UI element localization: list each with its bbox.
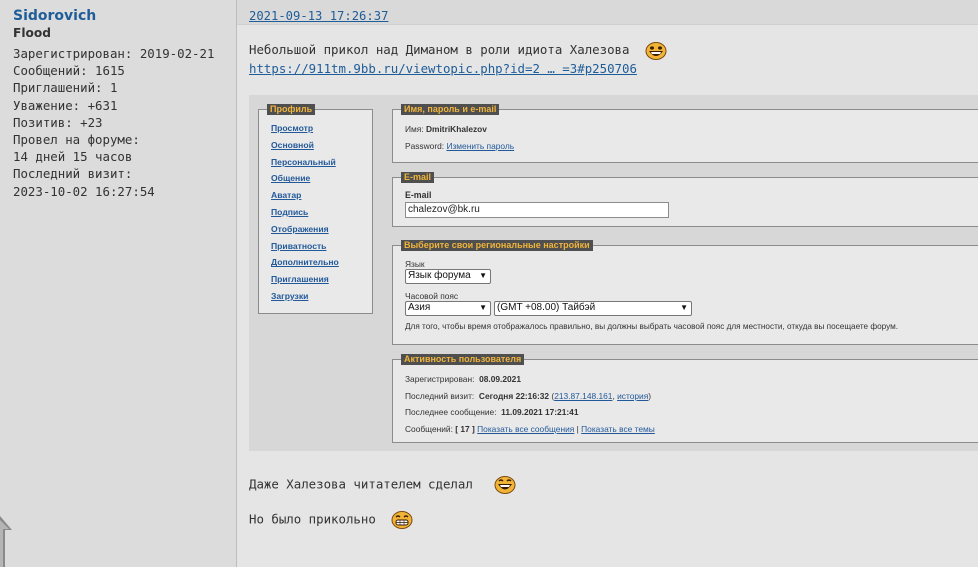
- embedded-screenshot: Профиль Просмотр Основной Персональный О…: [249, 95, 978, 451]
- show-topics-link[interactable]: Показать все темы: [581, 424, 655, 434]
- author-stat: 14 дней 15 часов: [13, 149, 133, 165]
- post-container: 2021-09-13 17:26:37 Небольшой прикол над…: [237, 0, 978, 567]
- password-row: Password: Изменить пароль: [405, 141, 514, 151]
- registered-value: 08.09.2021: [479, 374, 521, 384]
- author-name[interactable]: Sidorovich: [13, 7, 236, 25]
- timezone-select[interactable]: (GMT +08.00) Тайбэй ▼: [494, 301, 692, 316]
- laughing-smiley-icon: [494, 476, 516, 494]
- activity-legend: Активность пользователя: [401, 354, 525, 365]
- last-visit-label: Последний визит:: [405, 391, 475, 401]
- menu-item-uploads[interactable]: Загрузки: [271, 288, 372, 305]
- timezone-label: Часовой пояс: [405, 291, 459, 301]
- chevron-down-icon: ▼: [680, 303, 688, 312]
- author-stat: Зарегистрирован: 2019-02-21: [13, 46, 215, 61]
- posts-row: Сообщений: [ 17 ] Показать все сообщения…: [405, 424, 655, 434]
- timezone-region-value: Азия: [408, 302, 431, 313]
- menu-item-signature[interactable]: Подпись: [271, 204, 372, 221]
- chevron-down-icon: ▼: [479, 271, 487, 280]
- author-stat: Приглашений: 1: [13, 80, 118, 96]
- post-text-line: Небольшой прикол над Диманом в роли идио…: [249, 42, 630, 57]
- post-text-line: Даже Халезова читателем сделал: [249, 476, 473, 492]
- email-input[interactable]: chalezov@bk.ru: [405, 202, 669, 218]
- timezone-region-select[interactable]: Азия ▼: [405, 301, 491, 316]
- email-section: E-mail E-mail chalezov@bk.ru: [392, 172, 978, 227]
- post-date-link[interactable]: 2021-09-13 17:26:37: [249, 9, 388, 23]
- posts-label: Сообщений:: [405, 424, 453, 434]
- author-stat: Провел на форуме:: [13, 132, 140, 148]
- posts-count: [ 17 ]: [455, 424, 475, 434]
- menu-item-additional[interactable]: Дополнительно: [271, 254, 372, 271]
- change-password-link[interactable]: Изменить пароль: [446, 141, 514, 151]
- timezone-hint: Для того, чтобы время отображалось прави…: [405, 322, 899, 331]
- post-link[interactable]: https://911tm.9bb.ru/viewtopic.php?id=2 …: [249, 61, 637, 76]
- language-select[interactable]: Язык форума ▼: [405, 269, 491, 284]
- menu-item-personal[interactable]: Персональный: [271, 154, 372, 171]
- post-header: 2021-09-13 17:26:37: [237, 0, 978, 25]
- name-value: DmitriKhalezov: [425, 124, 487, 134]
- post-text: Даже Халезова читателем сделал: [249, 476, 516, 494]
- last-post-row: Последнее сообщение: 11.09.2021 17:21:41: [405, 407, 578, 417]
- show-posts-link[interactable]: Показать все сообщения: [477, 424, 574, 434]
- laughing-smiley-icon: [645, 41, 667, 60]
- name-row: Имя: DmitriKhalezov: [405, 124, 487, 134]
- last-visit-ip-link[interactable]: 213.87.148.161: [554, 391, 612, 401]
- author-stat: 2023-10-02 16:27:54: [13, 183, 155, 199]
- author-stat: Позитив: +23: [13, 114, 103, 130]
- password-label: Password:: [405, 141, 445, 151]
- chevron-down-icon: ▼: [479, 303, 487, 312]
- post-text: Небольшой прикол над Диманом в роли идио…: [249, 41, 667, 60]
- menu-item-display[interactable]: Отображения: [271, 221, 372, 238]
- last-visit-row: Последний визит: Сегодня 22:16:32 (213.8…: [405, 391, 652, 401]
- menu-item-invites[interactable]: Приглашения: [271, 271, 372, 288]
- name-password-legend: Имя, пароль и e-mail: [401, 104, 500, 115]
- email-label: E-mail: [405, 190, 432, 200]
- name-password-section: Имя, пароль и e-mail Имя: DmitriKhalezov…: [392, 104, 978, 163]
- language-select-value: Язык форума: [408, 270, 471, 281]
- author-stat: Сообщений: 1615: [13, 63, 125, 79]
- history-link[interactable]: история: [617, 391, 648, 401]
- last-post-value: 11.09.2021 17:21:41: [501, 407, 579, 417]
- menu-item-main[interactable]: Основной: [271, 137, 372, 154]
- author-rank: Flood: [13, 26, 51, 40]
- grinning-smiley-icon: [391, 511, 413, 529]
- regional-legend: Выберите свои региональные настройки: [401, 240, 593, 251]
- profile-menu: Профиль Просмотр Основной Персональный О…: [258, 104, 373, 314]
- name-label: Имя:: [405, 124, 424, 134]
- post-text-line: Но было прикольно: [249, 511, 376, 527]
- regional-section: Выберите свои региональные настройки Язы…: [392, 240, 978, 345]
- menu-item-communication[interactable]: Общение: [271, 170, 372, 187]
- menu-item-view[interactable]: Просмотр: [271, 120, 372, 137]
- language-label: Язык: [405, 259, 425, 269]
- menu-item-privacy[interactable]: Приватность: [271, 238, 372, 255]
- timezone-value: (GMT +08.00) Тайбэй: [497, 302, 596, 313]
- email-legend: E-mail: [401, 172, 435, 183]
- post-text: Но было прикольно: [249, 511, 413, 529]
- scroll-up-arrow-icon[interactable]: [0, 512, 14, 567]
- registered-row: Зарегистрирован: 08.09.2021: [405, 374, 521, 384]
- post-link-line: https://911tm.9bb.ru/viewtopic.php?id=2 …: [249, 60, 637, 77]
- last-post-label: Последнее сообщение:: [405, 407, 497, 417]
- menu-item-avatar[interactable]: Аватар: [271, 187, 372, 204]
- activity-section: Активность пользователя Зарегистрирован:…: [392, 354, 978, 443]
- last-visit-value: Сегодня 22:16:32: [478, 391, 550, 401]
- author-stat: Последний визит:: [13, 166, 133, 182]
- author-stat: Уважение: +631: [13, 97, 118, 113]
- registered-label: Зарегистрирован:: [405, 374, 475, 384]
- author-panel: Sidorovich Flood Зарегистрирован: 2019-0…: [0, 0, 237, 567]
- profile-menu-legend: Профиль: [267, 104, 316, 115]
